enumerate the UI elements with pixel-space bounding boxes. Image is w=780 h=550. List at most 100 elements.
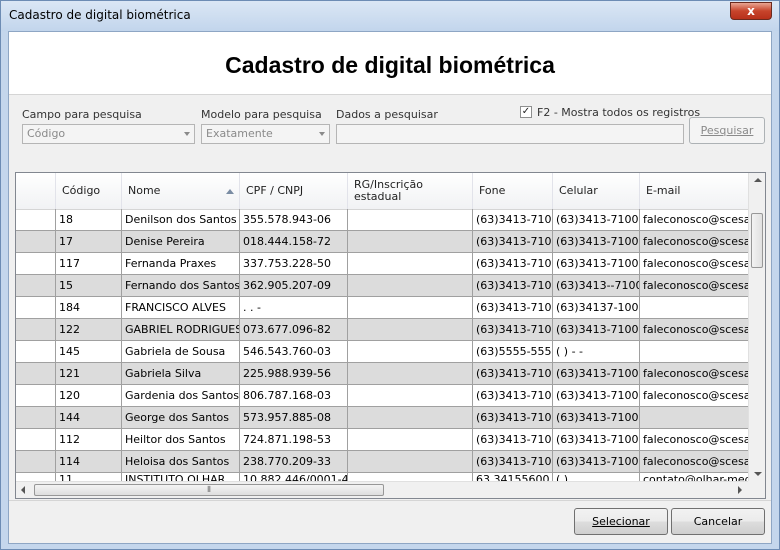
cell-codigo: 112 [56, 429, 122, 451]
scroll-up-icon[interactable] [754, 178, 762, 182]
scroll-left-icon[interactable] [21, 486, 25, 494]
vertical-scroll-thumb[interactable] [751, 213, 763, 268]
cell-celular: (63)3413-7100 [553, 385, 640, 407]
cell-fone: (63)3413-7100 [473, 363, 553, 385]
page-title: Cadastro de digital biométrica [225, 52, 555, 78]
cell-cpf: 573.957.885-08 [240, 407, 348, 429]
table-row[interactable]: 121 Gabriela Silva 225.988.939-56 (63)3413-… [16, 363, 749, 385]
cell-rg [348, 319, 473, 341]
row-selector[interactable] [16, 297, 56, 319]
cell-celular: (63)3413--7100 [553, 275, 640, 297]
campo-label: Campo para pesquisa [22, 108, 142, 121]
selecionar-button[interactable]: Selecionar [574, 508, 668, 535]
cell-email: faleconosco@scesaude [640, 363, 749, 385]
cell-rg [348, 385, 473, 407]
row-selector[interactable] [16, 385, 56, 407]
row-selector[interactable] [16, 341, 56, 363]
cell-codigo: 114 [56, 451, 122, 473]
cell-celular: (63)3413-7100 [553, 429, 640, 451]
column-header-fone[interactable]: Fone [473, 173, 553, 209]
table-row[interactable]: 17 Denise Pereira 018.444.158-72 (63)3413-7… [16, 231, 749, 253]
pesquisar-button-label: Pesquisar [700, 124, 754, 137]
column-header-cpf[interactable]: CPF / CNPJ [240, 173, 348, 209]
cell-nome: Heiltor dos Santos [122, 429, 240, 451]
table-row[interactable]: 112 Heiltor dos Santos 724.871.198-53 (63)3… [16, 429, 749, 451]
row-selector[interactable] [16, 231, 56, 253]
scroll-right-icon[interactable] [738, 486, 742, 494]
cell-rg [348, 429, 473, 451]
table-row[interactable]: 122 GABRIEL RODRIGUES 073.677.096-82 (63)34… [16, 319, 749, 341]
column-header-codigo[interactable]: Código [56, 173, 122, 209]
cell-nome: Heloisa dos Santos [122, 451, 240, 473]
row-selector[interactable] [16, 429, 56, 451]
cell-nome: Fernanda Praxes [122, 253, 240, 275]
table-row[interactable]: 120 Gardenia dos Santos 806.787.168-03 (63)… [16, 385, 749, 407]
cell-fone: (63)3413-7100 [473, 297, 553, 319]
cell-celular: (63)3413-7100 [553, 209, 640, 231]
table-row[interactable]: 145 Gabriela de Sousa 546.543.760-03 (63)55… [16, 341, 749, 363]
dados-label: Dados a pesquisar [336, 108, 438, 121]
cell-cpf: 362.905.207-09 [240, 275, 348, 297]
show-all-checkbox[interactable]: ✓ [520, 106, 532, 118]
column-header-celular[interactable]: Celular [553, 173, 640, 209]
cell-cpf: 546.543.760-03 [240, 341, 348, 363]
cell-cpf: 018.444.158-72 [240, 231, 348, 253]
footer-divider [9, 500, 771, 501]
records-table: Código Nome CPF / CNPJ RG/Inscrição esta… [15, 172, 766, 499]
row-selector[interactable] [16, 209, 56, 231]
cell-rg [348, 209, 473, 231]
column-header-email[interactable]: E-mail [640, 173, 749, 209]
campo-select[interactable]: Código [22, 124, 195, 144]
cell-celular: (63)3413-7100 [553, 451, 640, 473]
cell-rg [348, 297, 473, 319]
cell-codigo: 18 [56, 209, 122, 231]
table-row[interactable]: 144 George dos Santos 573.957.885-08 (63)34… [16, 407, 749, 429]
dados-input[interactable] [336, 124, 684, 144]
cell-celular: (63)3413-7100 [553, 253, 640, 275]
cell-codigo: 117 [56, 253, 122, 275]
cell-fone: (63)3413-7100 [473, 209, 553, 231]
row-selector[interactable] [16, 363, 56, 385]
cell-fone: (63)3413-7100 [473, 231, 553, 253]
cell-nome: GABRIEL RODRIGUES [122, 319, 240, 341]
row-selector[interactable] [16, 319, 56, 341]
cell-codigo: 184 [56, 297, 122, 319]
cell-nome: FRANCISCO ALVES [122, 297, 240, 319]
cell-email: faleconosco@scesaude [640, 209, 749, 231]
cell-email: faleconosco@scesaude [640, 231, 749, 253]
row-selector[interactable] [16, 451, 56, 473]
cell-email: faleconosco@scesaude [640, 385, 749, 407]
cell-fone: (63)3413-7100 [473, 407, 553, 429]
main-window: Cadastro de digital biométrica x Cadastr… [0, 0, 780, 550]
cell-cpf: 724.871.198-53 [240, 429, 348, 451]
pesquisar-button[interactable]: Pesquisar [689, 117, 765, 144]
column-header-nome-label: Nome [128, 184, 161, 197]
table-row[interactable]: 114 Heloisa dos Santos 238.770.209-33 (63)3… [16, 451, 749, 473]
column-header-nome[interactable]: Nome [122, 173, 240, 209]
column-header-rg[interactable]: RG/Inscrição estadual [348, 173, 473, 209]
table-row[interactable]: 117 Fernanda Praxes 337.753.228-50 (63)3413… [16, 253, 749, 275]
vertical-scrollbar[interactable] [748, 173, 765, 482]
row-selector[interactable] [16, 275, 56, 297]
cell-rg [348, 451, 473, 473]
cell-codigo: 17 [56, 231, 122, 253]
scroll-down-icon[interactable] [754, 472, 762, 476]
cell-cpf: 073.677.096-82 [240, 319, 348, 341]
cell-email [640, 297, 749, 319]
table-row[interactable]: 18 Denilson dos Santos 355.578.943-06 (63)3… [16, 209, 749, 231]
table-row[interactable]: 184 FRANCISCO ALVES . . - (63)3413-7100 (63… [16, 297, 749, 319]
cell-rg [348, 231, 473, 253]
cell-cpf: . . - [240, 297, 348, 319]
cancelar-button[interactable]: Cancelar [671, 508, 765, 535]
header-panel: Cadastro de digital biométrica [9, 32, 771, 95]
cell-cpf: 238.770.209-33 [240, 451, 348, 473]
table-row[interactable]: 15 Fernando dos Santos 362.905.207-09 (63)3… [16, 275, 749, 297]
row-selector[interactable] [16, 253, 56, 275]
modelo-select[interactable]: Exatamente [201, 124, 330, 144]
horizontal-scrollbar[interactable]: ⦀ [16, 481, 749, 498]
row-selector[interactable] [16, 407, 56, 429]
horizontal-scroll-thumb[interactable]: ⦀ [34, 484, 384, 496]
close-button[interactable]: x [730, 2, 772, 20]
scroll-corner [748, 481, 765, 498]
cell-nome: Fernando dos Santos [122, 275, 240, 297]
